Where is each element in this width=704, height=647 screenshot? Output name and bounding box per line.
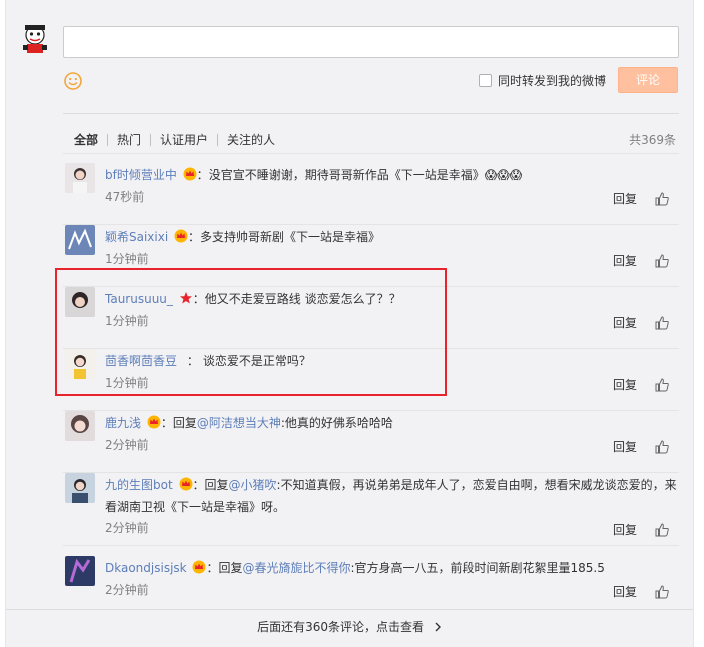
name-separator: ： [160, 416, 173, 430]
reply-prefix: 回复 [172, 416, 197, 430]
reply-button[interactable]: 回复 [613, 376, 637, 393]
crown-badge-icon[interactable] [183, 167, 197, 181]
reply-mention-link[interactable]: @春光旖旎比不得你 [242, 561, 350, 575]
comment-text: 没官宣不睡谢谢，期待哥哥新作品《下一站是幸福》😱😱😱 [208, 168, 523, 182]
name-separator: ： [188, 230, 201, 244]
comment-item: Dkaondjsisjsk ：回复@春光旖旎比不得你:官方身高一八五，前段时间新… [63, 556, 679, 606]
reply-button[interactable]: 回复 [613, 583, 637, 600]
tab-separator [107, 133, 109, 146]
commenter-name[interactable]: 九的生图bot [105, 478, 173, 492]
tab-all[interactable]: 全部 [74, 131, 98, 148]
commenter-avatar[interactable] [65, 411, 95, 441]
comment-body: bf时倾营业中 ：没官宣不睡谢谢，期待哥哥新作品《下一站是幸福》😱😱😱 [105, 164, 677, 186]
thumbs-up-icon[interactable] [655, 523, 669, 537]
comment-body: 颖希Saixixi ：多支持帅哥新剧《下一站是幸福》 [105, 226, 677, 248]
name-separator: ： [192, 478, 205, 492]
name-separator: ： [196, 168, 209, 182]
emoji-icon[interactable] [63, 71, 83, 91]
forward-checkbox[interactable] [479, 73, 492, 87]
highlight-box [55, 268, 447, 396]
divider [63, 113, 679, 114]
reply-prefix: 回复 [218, 561, 243, 575]
comment-time: 2分钟前 [105, 438, 149, 452]
divider [63, 545, 679, 546]
comment-body: 鹿九浅 ：回复@阿洁想当大神:他真的好佛系哈哈哈 [105, 412, 677, 434]
thumbs-up-icon[interactable] [655, 378, 669, 392]
tab-following[interactable]: 关注的人 [227, 131, 275, 148]
thumbs-up-icon[interactable] [655, 254, 669, 268]
crown-badge-icon[interactable] [192, 560, 206, 574]
comment-time: 2分钟前 [105, 521, 149, 535]
tab-hot[interactable]: 热门 [117, 131, 141, 148]
commenter-avatar[interactable] [65, 556, 95, 586]
commenter-name[interactable]: 鹿九浅 [105, 416, 141, 430]
user-avatar[interactable] [19, 22, 51, 54]
comment-time: 47秒前 [105, 190, 145, 204]
tab-separator [150, 133, 152, 146]
filter-tabs: 全部 热门 认证用户 关注的人 [74, 131, 275, 148]
reply-button[interactable]: 回复 [613, 252, 637, 269]
tab-verified-users[interactable]: 认证用户 [160, 131, 208, 148]
commenter-avatar[interactable] [65, 473, 95, 503]
reply-button[interactable]: 回复 [613, 190, 637, 207]
comment-body: Dkaondjsisjsk ：回复@春光旖旎比不得你:官方身高一八五，前段时间新… [105, 557, 677, 579]
reply-mention-link[interactable]: @阿洁想当大神 [197, 416, 281, 430]
comment-count: 共369条 [629, 133, 676, 147]
thumbs-up-icon[interactable] [655, 585, 669, 599]
submit-comment-button[interactable]: 评论 [618, 67, 678, 93]
divider [63, 153, 679, 154]
comment-text: :官方身高一八五，前段时间新剧花絮里量185.5 [350, 561, 605, 575]
chevron-right-icon [435, 622, 441, 632]
tab-separator [217, 133, 219, 146]
reply-button[interactable]: 回复 [613, 521, 637, 538]
thumbs-up-icon[interactable] [655, 440, 669, 454]
commenter-avatar[interactable] [65, 163, 95, 193]
comment-item: 九的生图bot ：回复@小猪吹:不知道真假，再说弟弟是成年人了，恋爱自由啊，想看… [63, 473, 679, 556]
forward-label: 同时转发到我的微博 [498, 73, 607, 88]
crown-badge-icon[interactable] [147, 415, 161, 429]
comment-text: 多支持帅哥新剧《下一站是幸福》 [200, 230, 381, 244]
comment-body: 九的生图bot ：回复@小猪吹:不知道真假，再说弟弟是成年人了，恋爱自由啊，想看… [105, 474, 677, 518]
comment-input[interactable] [63, 26, 679, 58]
commenter-name[interactable]: 颖希Saixixi [105, 230, 168, 244]
forward-option[interactable]: 同时转发到我的微博 [479, 72, 606, 88]
crown-badge-icon[interactable] [179, 477, 193, 491]
reply-mention-link[interactable]: @小猪吹 [229, 478, 277, 492]
commenter-name[interactable]: Dkaondjsisjsk [105, 561, 187, 575]
commenter-avatar[interactable] [65, 225, 95, 255]
reply-button[interactable]: 回复 [613, 314, 637, 331]
reply-button[interactable]: 回复 [613, 438, 637, 455]
name-separator: ： [206, 561, 219, 575]
comment-text: :他真的好佛系哈哈哈 [280, 416, 393, 430]
comment-item: bf时倾营业中 ：没官宣不睡谢谢，期待哥哥新作品《下一站是幸福》😱😱😱 47秒前… [63, 163, 679, 225]
comment-item: 鹿九浅 ：回复@阿洁想当大神:他真的好佛系哈哈哈 2分钟前 回复 [63, 411, 679, 473]
comment-time: 2分钟前 [105, 583, 149, 597]
thumbs-up-icon[interactable] [655, 316, 669, 330]
reply-prefix: 回复 [204, 478, 229, 492]
comment-time: 1分钟前 [105, 252, 149, 266]
load-more-label: 后面还有360条评论，点击查看 [257, 620, 425, 634]
load-more-link[interactable]: 后面还有360条评论，点击查看 [6, 609, 693, 645]
thumbs-up-icon[interactable] [655, 192, 669, 206]
commenter-name[interactable]: bf时倾营业中 [105, 168, 177, 182]
crown-badge-icon[interactable] [174, 229, 188, 243]
